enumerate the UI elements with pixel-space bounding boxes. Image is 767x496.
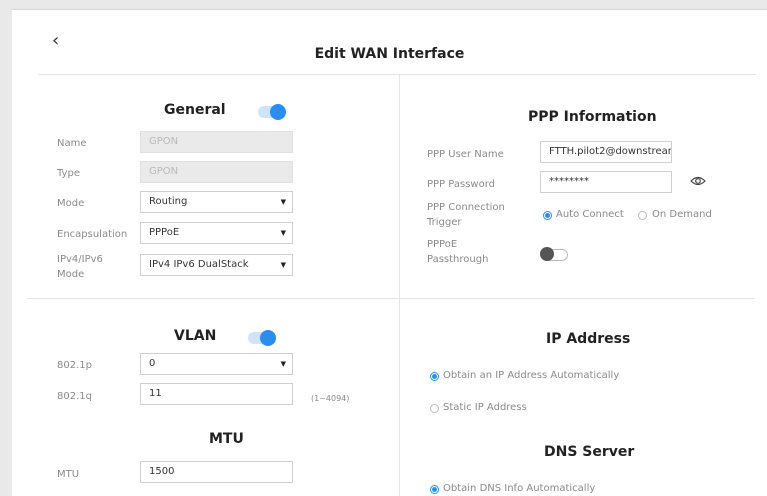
dns-auto-radio[interactable] <box>430 485 439 494</box>
ipv-mode-select[interactable]: IPv4 IPv6 DualStack <box>140 254 293 276</box>
passthrough-label-line1: PPPoE <box>427 239 458 250</box>
type-field: GPON <box>140 161 293 183</box>
ppp-user-label: PPP User Name <box>427 149 504 160</box>
column-divider <box>399 75 400 496</box>
mtu-title: MTU <box>209 431 244 447</box>
passthrough-toggle[interactable] <box>540 247 568 261</box>
ppp-trigger-label-line2: Trigger <box>427 217 462 228</box>
auto-connect-label: Auto Connect <box>556 209 624 220</box>
encapsulation-label: Encapsulation <box>57 229 128 240</box>
name-field: GPON <box>140 131 293 153</box>
ppp-password-label: PPP Password <box>427 179 495 190</box>
toggle-knob <box>540 247 554 261</box>
show-password-icon[interactable] <box>690 175 706 187</box>
mtu-input[interactable]: 1500 <box>140 461 293 483</box>
vlan-8021q-label: 802.1q <box>57 391 92 402</box>
ppp-password-input[interactable]: ******** <box>540 171 672 193</box>
general-toggle[interactable] <box>258 104 286 120</box>
name-label: Name <box>57 138 87 149</box>
section-divider <box>27 298 755 299</box>
vlan-toggle[interactable] <box>248 330 276 346</box>
encapsulation-select[interactable]: PPPoE <box>140 222 293 244</box>
vlan-8021p-select[interactable]: 0 <box>140 353 293 375</box>
dns-title: DNS Server <box>544 444 635 460</box>
on-demand-radio[interactable] <box>638 211 647 220</box>
type-label: Type <box>57 168 80 179</box>
vlan-8021p-label: 802.1p <box>57 360 92 371</box>
mode-label: Mode <box>57 198 85 209</box>
ipv-mode-label-line2: Mode <box>57 269 85 280</box>
ppp-title: PPP Information <box>528 109 657 125</box>
on-demand-label: On Demand <box>652 209 712 220</box>
toggle-knob <box>270 104 286 120</box>
general-title: General <box>164 102 226 118</box>
vlan-8021q-input[interactable]: 11 <box>140 383 293 405</box>
passthrough-label-line2: Passthrough <box>427 254 489 265</box>
ip-static-radio[interactable] <box>430 404 439 413</box>
vlan-8021q-hint: (1~4094) <box>311 394 350 403</box>
ip-address-title: IP Address <box>546 331 631 347</box>
mtu-label: MTU <box>57 469 80 480</box>
ip-auto-radio[interactable] <box>430 372 439 381</box>
toggle-knob <box>260 330 276 346</box>
vlan-title: VLAN <box>174 328 217 344</box>
edit-wan-page: ‹ Edit WAN Interface General Name GPON T… <box>12 9 767 496</box>
ppp-user-input[interactable]: FTTH.pilot2@downstrean <box>540 141 672 163</box>
ip-auto-label: Obtain an IP Address Automatically <box>443 370 620 381</box>
ipv-mode-label-line1: IPv4/IPv6 <box>57 254 103 265</box>
mode-select[interactable]: Routing <box>140 191 293 213</box>
auto-connect-radio[interactable] <box>543 211 552 220</box>
page-title: Edit WAN Interface <box>314 46 465 62</box>
header-divider <box>38 74 756 75</box>
dns-auto-label: Obtain DNS Info Automatically <box>443 483 596 494</box>
ppp-trigger-label-line1: PPP Connection <box>427 202 505 213</box>
ip-static-label: Static IP Address <box>443 402 527 413</box>
